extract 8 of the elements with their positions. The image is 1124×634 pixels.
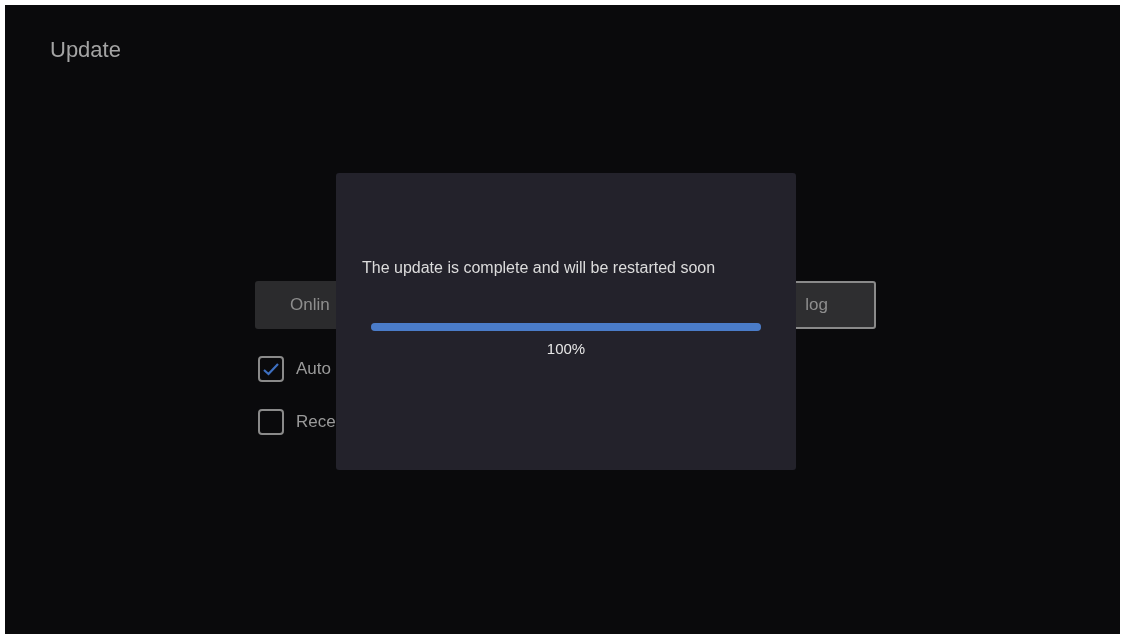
dialog-message: The update is complete and will be restarted soon [362, 258, 717, 278]
checkbox[interactable] [258, 409, 284, 435]
progress-percentage: 100% [546, 340, 586, 357]
screen-title: Update [49, 36, 121, 64]
checkmark-icon [262, 362, 280, 376]
checkbox-label: Auto [296, 359, 331, 379]
checkbox[interactable] [258, 356, 284, 382]
checkbox-label: Rece [296, 412, 336, 432]
